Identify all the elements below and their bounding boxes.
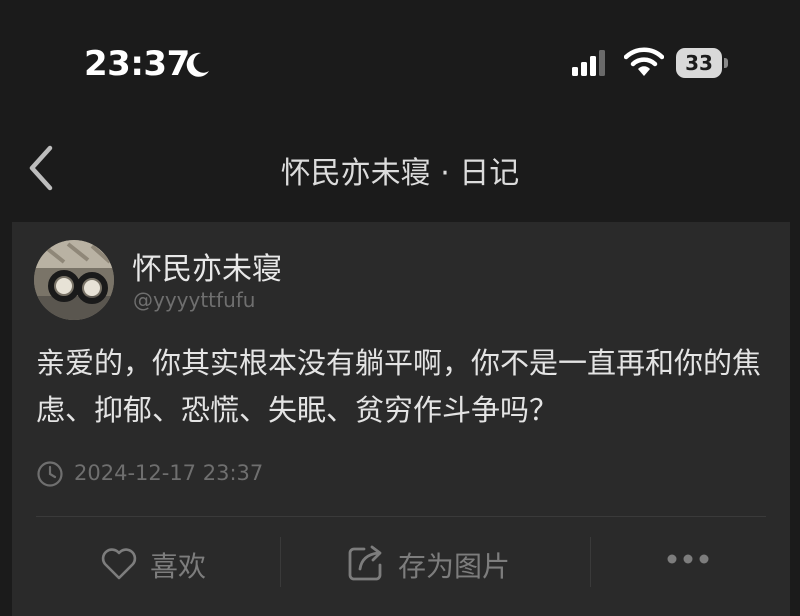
avatar[interactable] <box>34 240 114 320</box>
moon-icon <box>186 52 209 77</box>
wifi-icon <box>624 47 664 76</box>
post-text: 亲爱的，你其实根本没有躺平啊，你不是一直再和你的焦虑、抑郁、恐慌、失眠、贫穷作斗… <box>36 346 762 427</box>
avatar-image <box>34 240 114 320</box>
author-name[interactable]: 怀民亦未寝 <box>132 244 282 288</box>
more-dots-icon <box>667 554 709 564</box>
battery-level: 33 <box>676 48 722 78</box>
like-label: 喜欢 <box>150 550 207 583</box>
nav-bar: 怀民亦未寝 · 日记 <box>0 120 800 220</box>
battery-tip <box>724 58 728 68</box>
page-title: 怀民亦未寝 · 日记 <box>280 156 520 191</box>
post-timestamp: 2024-12-17 23:37 <box>74 461 264 485</box>
author-handle: @yyyyttfufu <box>133 288 256 312</box>
signal-icon <box>572 50 605 76</box>
action-bar: 喜欢 存为图片 <box>12 517 790 616</box>
like-button[interactable]: 喜欢 <box>12 517 280 607</box>
more-button[interactable] <box>590 517 790 607</box>
heart-icon <box>101 548 137 580</box>
status-time: 23:37 <box>84 44 190 84</box>
share-icon <box>348 545 382 581</box>
status-bar: 23:37 33 <box>0 0 800 120</box>
battery-icon: 33 <box>676 48 732 80</box>
clock-icon <box>37 461 63 487</box>
post-card: 怀民亦未寝 @yyyyttfufu 亲爱的，你其实根本没有躺平啊，你不是一直再和… <box>12 222 790 616</box>
save-as-image-label: 存为图片 <box>398 550 511 583</box>
save-as-image-button[interactable]: 存为图片 <box>280 517 590 607</box>
screen: 23:37 33 怀民亦未寝 · 日记 怀民亦未寝 @yyyyttfufu 亲爱… <box>0 0 800 616</box>
